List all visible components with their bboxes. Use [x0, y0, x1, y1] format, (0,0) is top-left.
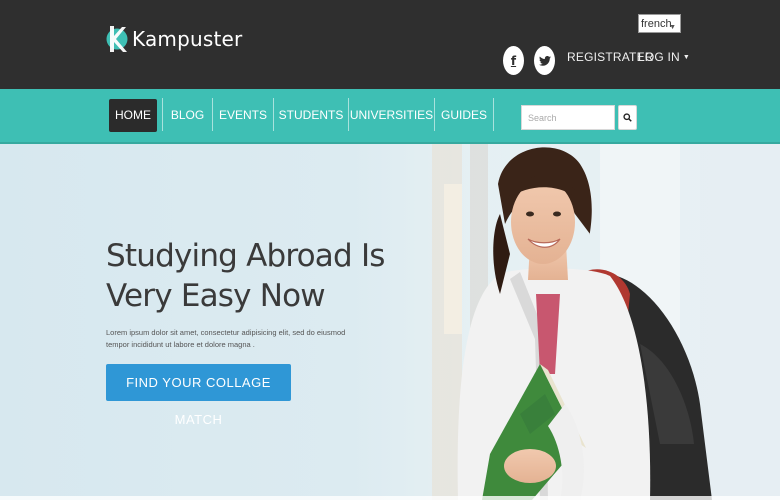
hero-title: Studying Abroad Is Very Easy Now [106, 238, 385, 314]
caret-down-icon: ▼ [682, 54, 691, 61]
login-dropdown[interactable]: LOG IN ▼ [638, 50, 690, 64]
nav-divider [493, 98, 494, 131]
brand-name: Kampuster [132, 27, 243, 51]
nav-blog[interactable]: BLOG [163, 99, 212, 132]
language-value: french [641, 18, 672, 30]
login-label: LOG IN [638, 50, 680, 64]
search-icon [623, 113, 632, 122]
nav-home[interactable]: HOME [109, 99, 157, 132]
twitter-icon [538, 55, 551, 66]
k-logo-icon [106, 26, 128, 52]
find-college-match-button[interactable]: FIND YOUR COLLAGE MATCH [106, 364, 291, 427]
nav-events[interactable]: EVENTS [213, 99, 273, 132]
site-logo[interactable]: Kampuster [106, 22, 242, 56]
facebook-icon: f [510, 53, 517, 68]
twitter-button[interactable] [534, 46, 555, 75]
student-photo [0, 144, 780, 500]
nav-students[interactable]: STUDENTS [274, 99, 348, 132]
top-header: Kampuster french ▼ f REGISTRATER LOG IN ▼ [0, 0, 780, 89]
search-button[interactable] [618, 105, 637, 130]
hero-banner: Studying Abroad Is Very Easy Now Lorem i… [0, 144, 780, 500]
nav-guides[interactable]: GUIDES [435, 99, 493, 132]
nav-universities[interactable]: UNIVERSITIES [349, 99, 434, 132]
hero-description: Lorem ipsum dolor sit amet, consectetur … [106, 328, 346, 349]
search-input[interactable] [521, 105, 615, 130]
chevron-down-icon: ▼ [669, 24, 676, 31]
facebook-button[interactable]: f [503, 46, 524, 75]
language-select[interactable]: french ▼ [638, 14, 681, 33]
main-nav: HOME BLOG EVENTS STUDENTS UNIVERSITIES G… [0, 89, 780, 144]
